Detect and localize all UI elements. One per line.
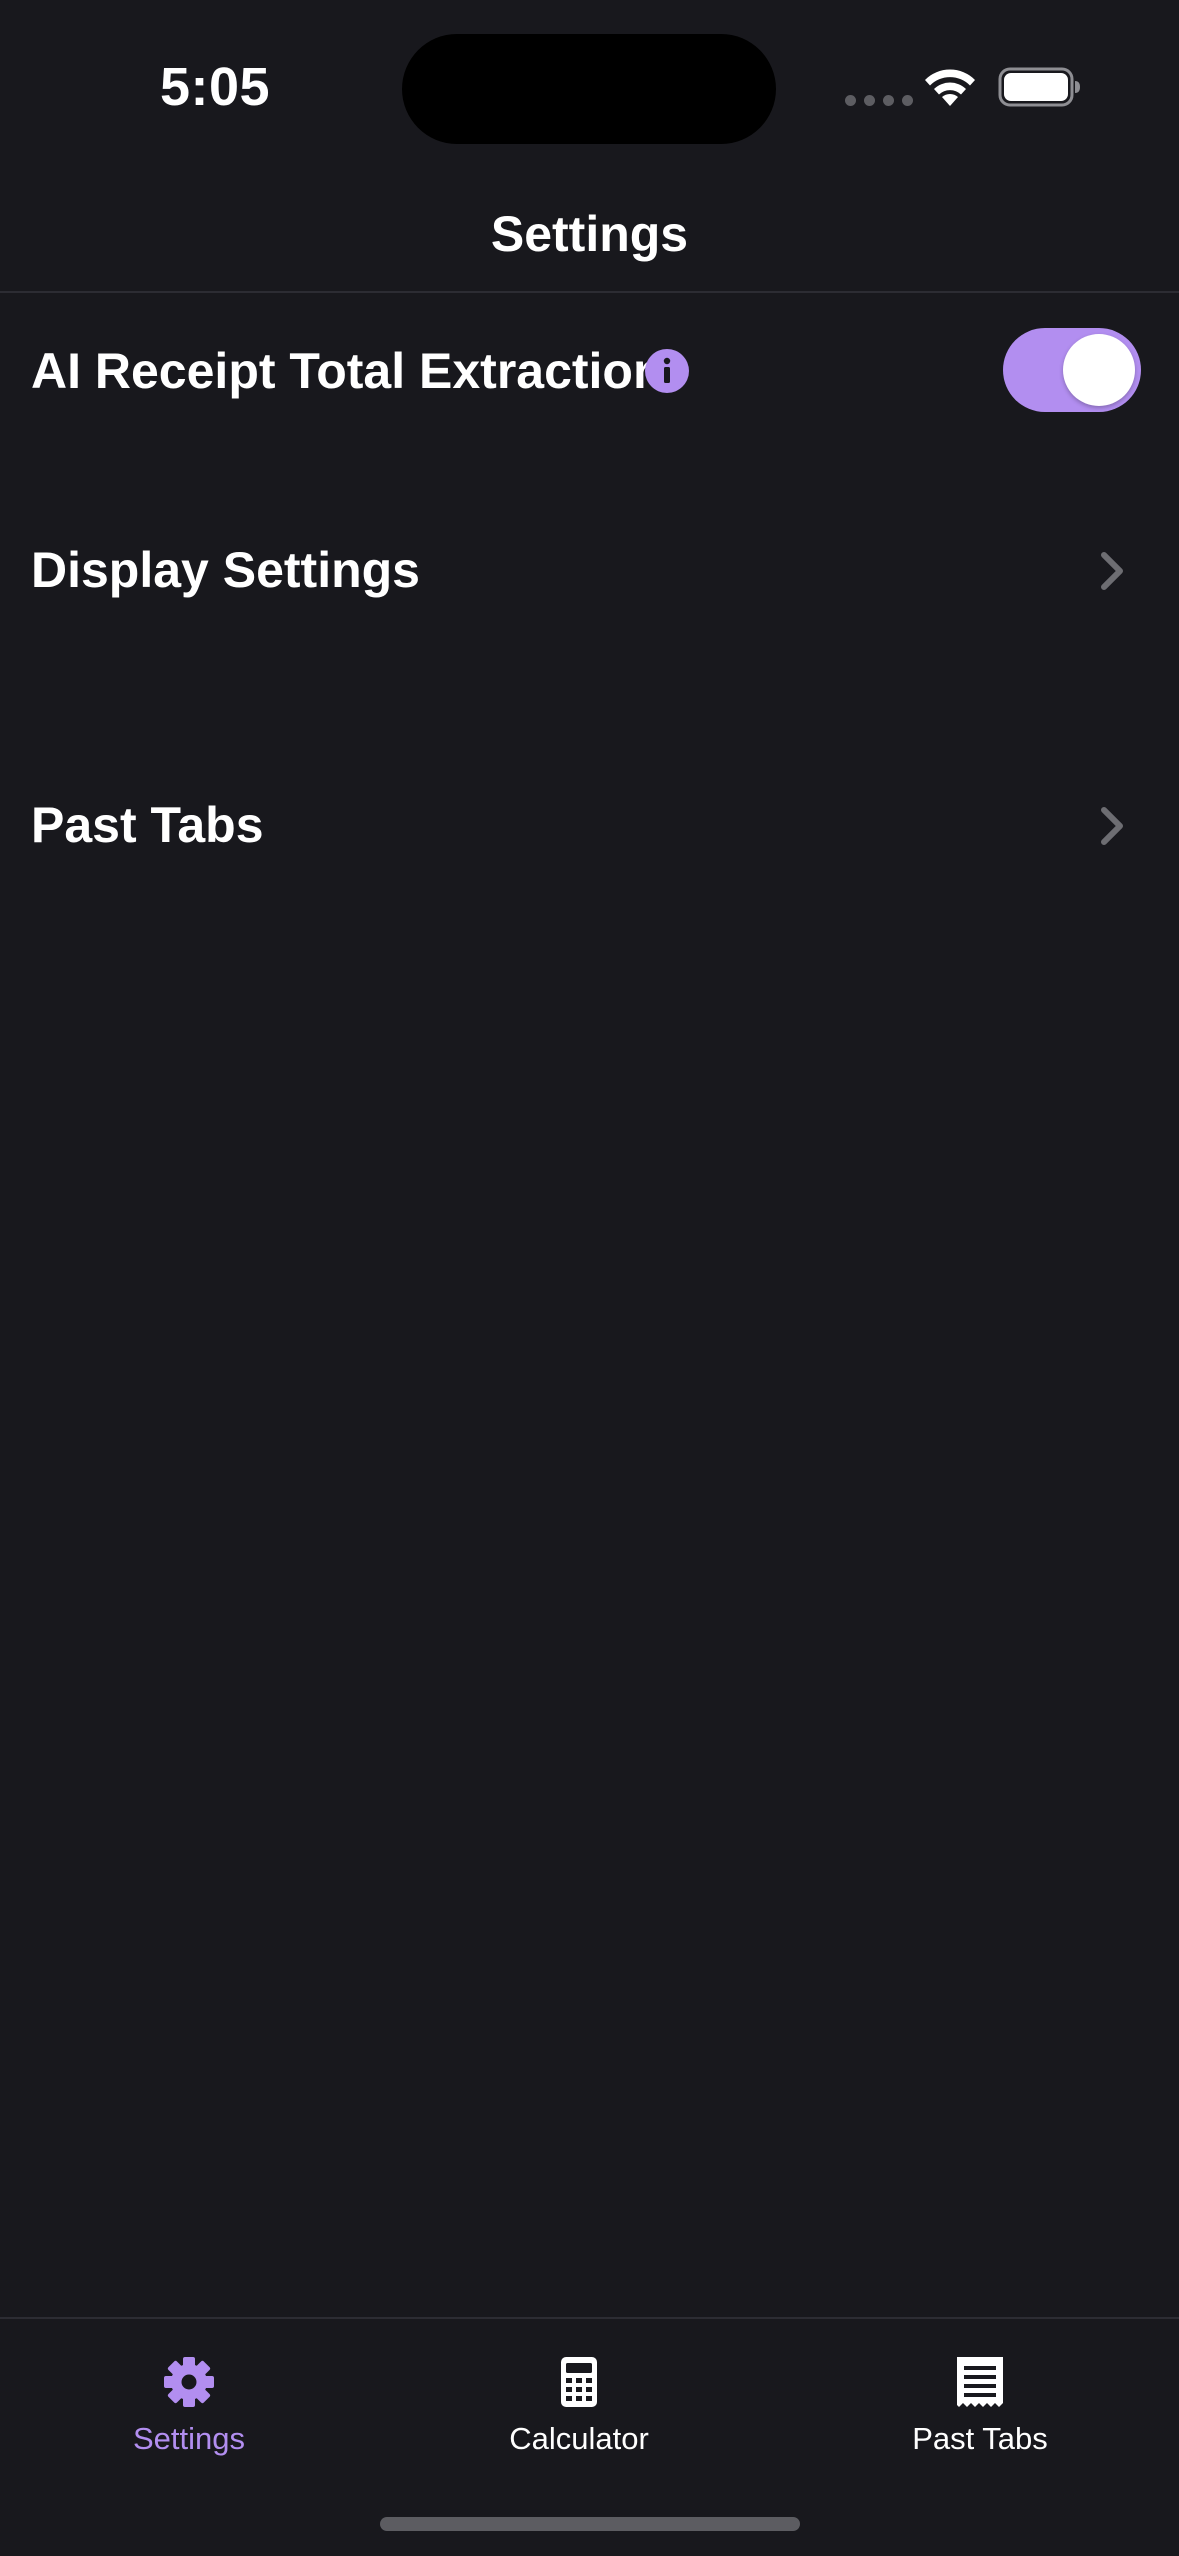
battery-icon [998,67,1080,107]
tab-settings[interactable]: Settings [59,2355,319,2485]
dynamic-island [402,34,776,144]
ai-receipt-extraction-row: AI Receipt Total Extraction [0,316,1179,426]
ai-receipt-extraction-toggle[interactable] [1003,328,1141,412]
tab-calculator-label: Calculator [509,2421,649,2456]
past-tabs-label: Past Tabs [31,797,264,853]
status-time: 5:05 [160,57,271,117]
past-tabs-row[interactable]: Past Tabs [0,770,1179,880]
tab-settings-label: Settings [132,2421,245,2456]
tab-past-tabs-label: Past Tabs [912,2421,1048,2456]
chevron-right-icon [1101,807,1123,845]
chevron-right-icon [1101,552,1123,590]
calculator-icon [561,2357,597,2407]
tab-calculator[interactable]: Calculator [449,2355,709,2485]
ai-receipt-extraction-label: AI Receipt Total Extraction [31,343,664,399]
status-bar: 5:05 [0,0,1179,175]
tab-past-tabs[interactable]: Past Tabs [850,2355,1110,2485]
toggle-knob [1063,334,1135,406]
gear-icon [164,2357,214,2407]
receipt-icon [957,2357,1003,2407]
cellular-signal-icon [845,95,913,106]
info-icon[interactable] [644,348,690,394]
display-settings-row[interactable]: Display Settings [0,515,1179,625]
navigation-header: Settings [0,175,1179,293]
page-title: Settings [490,206,689,262]
home-indicator [380,2517,800,2531]
wifi-icon [925,69,975,106]
display-settings-label: Display Settings [31,542,420,598]
